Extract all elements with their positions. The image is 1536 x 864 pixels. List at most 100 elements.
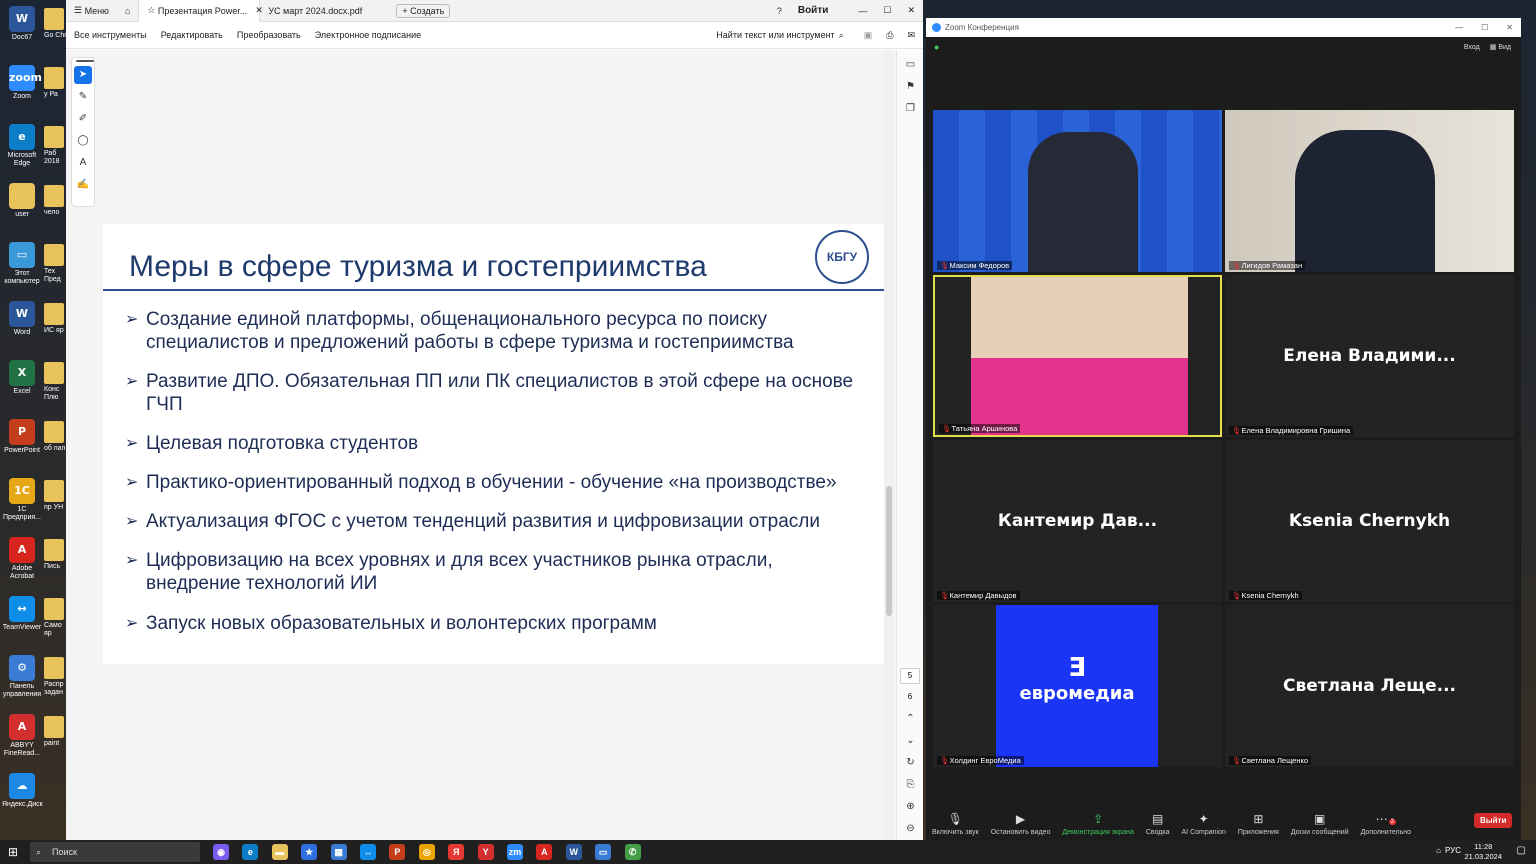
- desktop-icon[interactable]: X Excel: [2, 360, 42, 396]
- yandex-icon[interactable]: Я: [448, 844, 465, 860]
- maximize-icon[interactable]: ☐: [875, 0, 899, 22]
- calculator-icon[interactable]: ▦: [330, 844, 347, 860]
- comments-icon[interactable]: ▭: [897, 54, 924, 76]
- home-icon[interactable]: ⌂: [117, 0, 138, 22]
- page-current-field[interactable]: 5: [900, 668, 920, 684]
- edit-button[interactable]: Редактировать: [161, 30, 223, 40]
- desktop-icon[interactable]: A ABBYY FineRead...: [2, 714, 42, 758]
- print-icon[interactable]: ⎙: [886, 30, 893, 41]
- edge-icon[interactable]: e: [242, 844, 259, 860]
- desktop-icon[interactable]: у Ра: [44, 67, 68, 99]
- mail-icon[interactable]: ✉: [907, 30, 915, 41]
- desktop-icon[interactable]: 1С 1С Предприя...: [2, 478, 42, 522]
- whatsapp-icon[interactable]: ✆: [624, 844, 641, 860]
- participant-tile[interactable]: Светлана Леще... 🎙Светлана Лещенко: [1225, 605, 1514, 767]
- explorer-icon[interactable]: ▬: [271, 844, 288, 860]
- ai-companion-button[interactable]: ✦ AI Companion: [1176, 812, 1232, 840]
- desktop-icon[interactable]: P PowerPoint: [2, 419, 42, 455]
- search-icon[interactable]: ⌕: [839, 30, 844, 41]
- start-icon[interactable]: ⊞: [8, 845, 18, 859]
- desktop-icon[interactable]: ☁ Яндекс.Диск: [2, 773, 43, 809]
- apps-button[interactable]: ⊞ Приложения: [1232, 812, 1285, 840]
- desktop-icon[interactable]: user: [2, 183, 42, 219]
- taskbar-search[interactable]: ⌕ Поиск: [30, 842, 200, 862]
- language-indicator[interactable]: РУС: [1445, 846, 1461, 855]
- participant-tile[interactable]: 🎙Максим Федоров: [933, 110, 1222, 272]
- page-up-icon[interactable]: ⌃: [897, 708, 924, 730]
- desktop-icon[interactable]: Go Chr: [44, 8, 68, 40]
- leave-button[interactable]: Выйти: [1474, 813, 1513, 828]
- e-sign-button[interactable]: Электронное подписание: [315, 30, 421, 40]
- all-tools-button[interactable]: Все инструменты: [74, 30, 147, 40]
- zoom-minimize-icon[interactable]: —: [1455, 23, 1463, 32]
- unmute-button[interactable]: 🎙 Включить звук: [926, 812, 985, 840]
- scroll-thumb[interactable]: [886, 486, 892, 616]
- zoom-in-icon[interactable]: ⊕: [897, 796, 924, 818]
- convert-button[interactable]: Преобразовать: [237, 30, 301, 40]
- desktop-icon[interactable]: paint: [44, 716, 68, 748]
- participant-tile[interactable]: Елена Владими... 🎙Елена Владимировна Гриш…: [1225, 275, 1514, 437]
- select-cursor-icon[interactable]: ➤: [74, 66, 92, 84]
- zoom-icon[interactable]: zm: [507, 844, 523, 860]
- bookmark-icon[interactable]: ⚑: [897, 76, 924, 98]
- zoom-close-icon[interactable]: ✕: [1506, 23, 1513, 32]
- desktop-icon[interactable]: zoom Zoom: [2, 65, 42, 101]
- clock[interactable]: 11:28 21.03.2024: [1464, 842, 1502, 862]
- tab-presentation[interactable]: ☆ Презентация Power... ✕: [138, 0, 263, 22]
- star-icon[interactable]: ★: [301, 844, 318, 860]
- stamp-icon[interactable]: ✍: [74, 176, 92, 194]
- more-button[interactable]: ⋯ 2 Дополнительно: [1355, 812, 1417, 840]
- desktop-icon[interactable]: A Adobe Acrobat: [2, 537, 42, 581]
- close-icon[interactable]: ✕: [899, 0, 923, 22]
- vertical-scrollbar[interactable]: [884, 50, 894, 840]
- desktop-icon[interactable]: Распр задан: [44, 657, 68, 697]
- desktop-icon[interactable]: об пап: [44, 421, 68, 453]
- highlight-pen-icon[interactable]: ✐: [74, 110, 92, 128]
- zoom-maximize-icon[interactable]: ☐: [1481, 23, 1488, 32]
- participant-tile[interactable]: Кантемир Дав... 🎙Кантемир Давыдов: [933, 440, 1222, 602]
- powerpoint-icon[interactable]: P: [389, 844, 406, 860]
- refresh-icon[interactable]: ↻: [897, 752, 924, 774]
- help-icon[interactable]: ?: [769, 0, 790, 22]
- desktop-icon[interactable]: Пись: [44, 539, 68, 571]
- desktop-icon[interactable]: Само яр: [44, 598, 68, 638]
- desktop-icon[interactable]: W Doc67: [2, 6, 42, 42]
- acrobat-icon[interactable]: A: [536, 844, 553, 860]
- tab-us-march[interactable]: УС март 2024.docx.pdf: [260, 0, 388, 22]
- stop-video-button[interactable]: ▶ Остановить видео: [985, 812, 1057, 840]
- desktop-icon[interactable]: W Word: [2, 301, 42, 337]
- save-icon[interactable]: ▣: [864, 30, 873, 41]
- new-tab-button[interactable]: + Создать: [396, 3, 451, 18]
- save-page-icon[interactable]: ⎘: [897, 774, 924, 796]
- page-down-icon[interactable]: ⌄: [897, 730, 924, 752]
- summary-button[interactable]: ▤ Сводка: [1140, 812, 1176, 840]
- add-comment-icon[interactable]: ✎: [74, 88, 92, 106]
- desktop-icon[interactable]: ИС яр: [44, 303, 68, 335]
- desktop-icon[interactable]: ▭ Этот компьютер: [2, 242, 42, 286]
- participant-tile[interactable]: 🎙Лигидов Рамазан: [1225, 110, 1514, 272]
- view-button[interactable]: ▦ Вид: [1490, 43, 1511, 51]
- desktop-icon[interactable]: чело: [44, 185, 68, 217]
- desktop-icon[interactable]: ⚙ Панель управления: [2, 655, 42, 699]
- text-select-icon[interactable]: A: [74, 154, 92, 172]
- desktop-icon[interactable]: Раб 2018: [44, 126, 68, 166]
- enter-button[interactable]: Вход: [1464, 44, 1480, 51]
- desktop-icon[interactable]: e Microsoft Edge: [2, 124, 42, 168]
- remote-icon[interactable]: ▭: [595, 844, 612, 860]
- participant-tile[interactable]: 🎙Татьяна Аршинова: [933, 275, 1222, 437]
- pages-icon[interactable]: ❐: [897, 98, 924, 120]
- word-icon[interactable]: W: [565, 844, 582, 860]
- desktop-icon[interactable]: пр УН: [44, 480, 68, 512]
- share-screen-button[interactable]: ⇪ Демонстрация экрана: [1056, 812, 1140, 840]
- participant-tile[interactable]: Ksenia Chernykh 🎙Ksenia Chernykh: [1225, 440, 1514, 602]
- teamviewer-icon[interactable]: ↔: [360, 844, 376, 860]
- desktop-icon[interactable]: Тех Пред: [44, 244, 68, 284]
- participant-tile[interactable]: Ǝевромедиа 🎙Холдинг ЕвроМедиа: [933, 605, 1222, 767]
- login-button[interactable]: Войти: [790, 0, 837, 22]
- whiteboards-button[interactable]: ▣ Доски сообщений: [1285, 812, 1355, 840]
- chrome-icon[interactable]: ◎: [418, 844, 435, 860]
- menu-button[interactable]: ☰ Меню: [66, 0, 117, 22]
- zoom-out-icon[interactable]: ⊖: [897, 818, 924, 840]
- desktop-icon[interactable]: ↔ TeamViewer: [2, 596, 42, 632]
- desktop-icon[interactable]: Конс Плю: [44, 362, 68, 402]
